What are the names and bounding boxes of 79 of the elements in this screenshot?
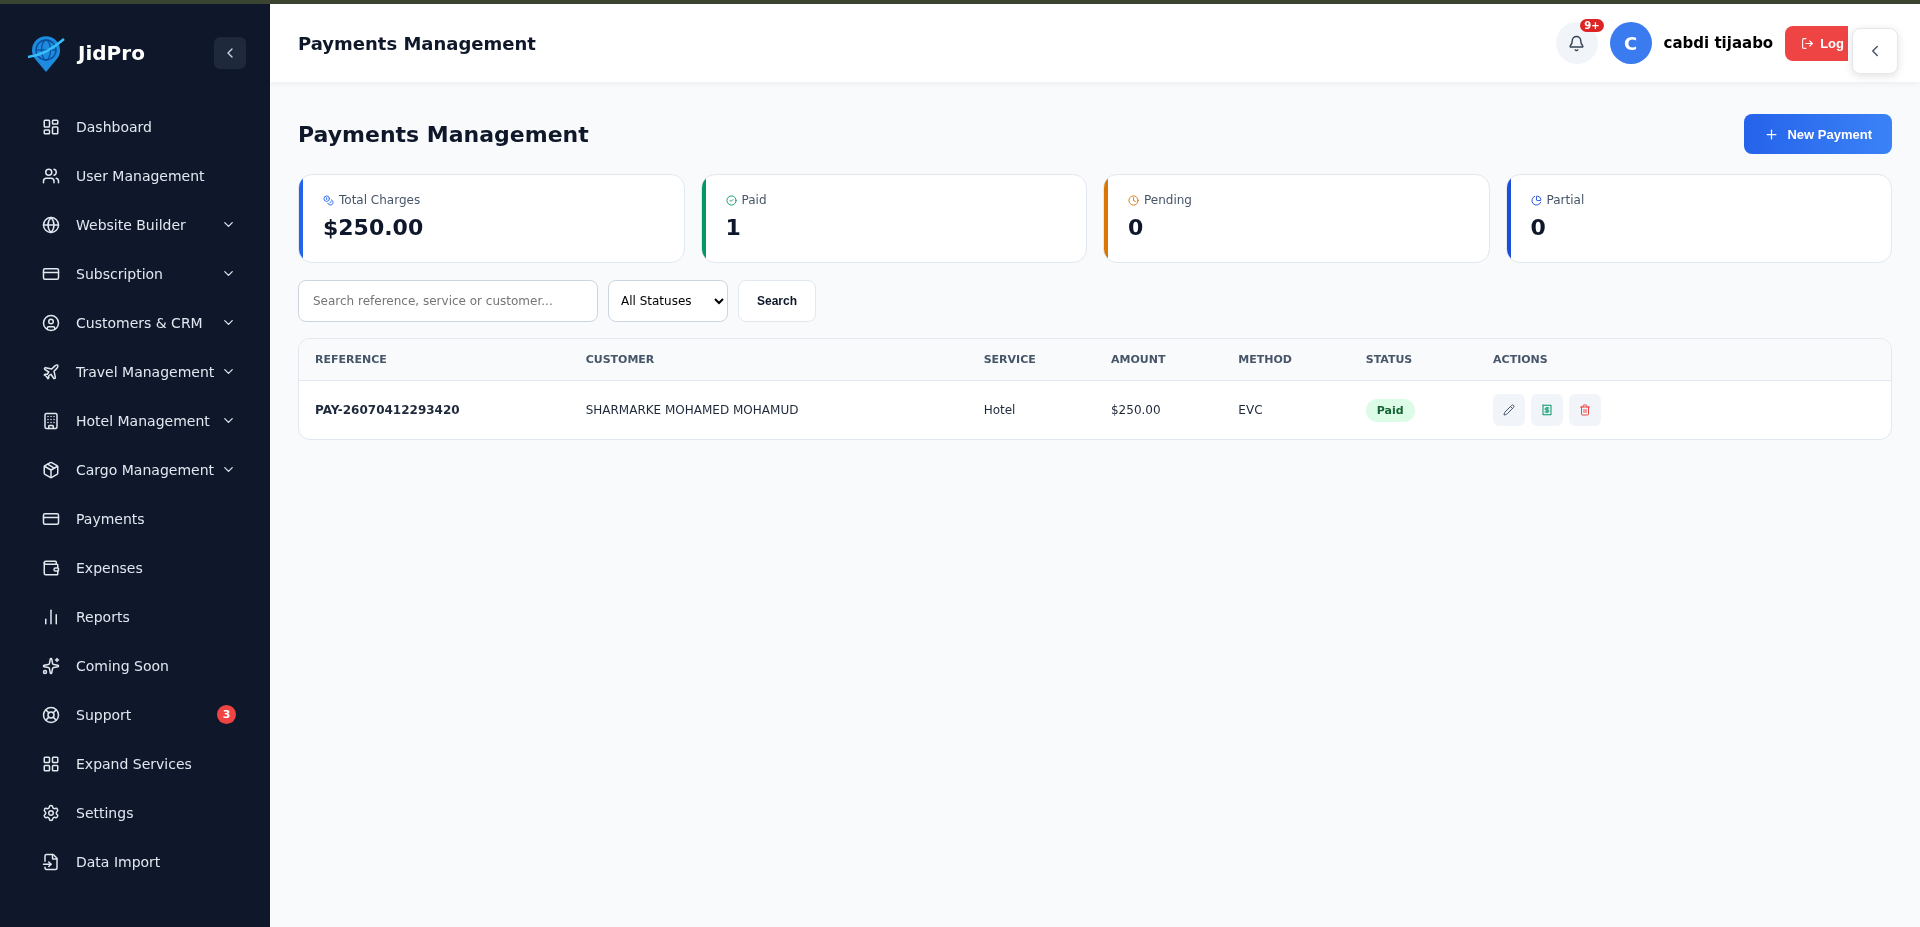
receipt-icon [1541,404,1554,416]
sidebar-item[interactable]: Settings [0,788,270,837]
sidebar-item[interactable]: Reports [0,592,270,641]
search-field[interactable]: Search reference, service or customer... [298,280,598,322]
status-select[interactable]: All Statuses [608,280,728,322]
building-icon [42,411,60,430]
stat-label: Pending [1144,193,1192,207]
users-icon [42,166,60,185]
user-name: cabdi tijaabo [1663,34,1774,52]
clock-icon [1128,194,1139,206]
notifications-button[interactable] [1555,22,1598,64]
collapse-sidebar-button[interactable] [214,37,246,69]
column-header: CUSTOMER [569,339,968,381]
column-header: AMOUNT [1095,339,1223,381]
globe-pin-logo-icon [26,33,66,73]
stat-label: Total Charges [339,193,421,207]
sidebar-item[interactable]: Cargo Management [0,445,270,494]
trash-icon [1579,404,1592,416]
bar-chart-icon [42,607,60,626]
grid-icon [42,754,60,773]
receipt-button[interactable] [1531,394,1564,426]
user-circle-icon [42,313,60,332]
sidebar-item[interactable]: User Management [0,151,270,200]
edit-button[interactable] [1493,394,1526,426]
check-circle-icon [725,194,737,206]
logout-icon [1801,36,1815,50]
pie-chart-icon [1530,194,1542,206]
header-title: Payments Management [298,32,537,54]
table-cell-text: $250.00 [1110,402,1162,419]
sidebar-item[interactable]: Coming Soon [0,641,270,690]
bell-icon [1568,34,1586,52]
sidebar-item[interactable]: Data Import [0,837,270,886]
sidebar-item[interactable]: Travel Management [0,347,270,396]
notification-count: 9+ [1580,19,1604,32]
user-avatar: C [1609,22,1652,64]
table-cell-text: EVC [1237,402,1264,419]
stat-label: Paid [741,193,767,207]
box-icon [42,460,60,479]
column-header: METHOD [1222,339,1350,381]
stat-value: 0 [1128,215,1145,240]
sidebar-item[interactable]: Hotel Management [0,396,270,445]
delete-button[interactable] [1569,394,1602,426]
table-cell-text: Hotel [982,402,1017,419]
sidebar-item[interactable]: Customers & CRM [0,298,270,347]
sidebar-item[interactable]: Payments [0,494,270,543]
sparkles-icon [42,656,60,675]
file-import-icon [42,852,60,871]
table-cell-text: SHARMARKE MOHAMED MOHAMUD [584,402,800,419]
dashboard-icon [42,117,60,136]
brand-name: JidPro [78,41,146,65]
plane-icon [42,362,60,381]
column-header: SERVICE [967,339,1095,381]
sidebar-item[interactable]: Expenses [0,543,270,592]
column-header: ACTIONS [1477,339,1891,381]
stat-value: 0 [1530,215,1547,240]
sidebar-item[interactable]: Subscription [0,249,270,298]
new-payment-button[interactable]: New Payment [1744,114,1892,154]
coins-icon [323,194,334,206]
lifebuoy-icon [42,705,60,724]
sidebar-item[interactable]: Support 3 [0,690,270,739]
column-header: STATUS [1349,339,1478,381]
plus-icon [1764,126,1780,142]
table-cell-text: PAY-26070412293420 [314,402,461,419]
sidebar-item[interactable]: Expand Services [0,739,270,788]
pencil-icon [1503,404,1516,416]
sidebar-item[interactable]: Dashboard [0,102,270,151]
stat-value: $250.00 [323,215,424,240]
stat-label: Partial [1546,193,1585,207]
wallet-icon [42,558,60,577]
logout-button[interactable]: Log [1785,25,1848,61]
settings-icon [42,803,60,822]
column-header: REFERENCE [299,339,570,381]
search-button[interactable]: Search [738,280,817,322]
count-badge: 3 [217,705,236,724]
status-tag: Paid [1365,398,1415,422]
sidebar-item[interactable]: Website Builder [0,200,270,249]
globe-icon [42,215,60,234]
page-title: Payments Management [298,121,589,147]
stat-value: 1 [725,215,742,240]
